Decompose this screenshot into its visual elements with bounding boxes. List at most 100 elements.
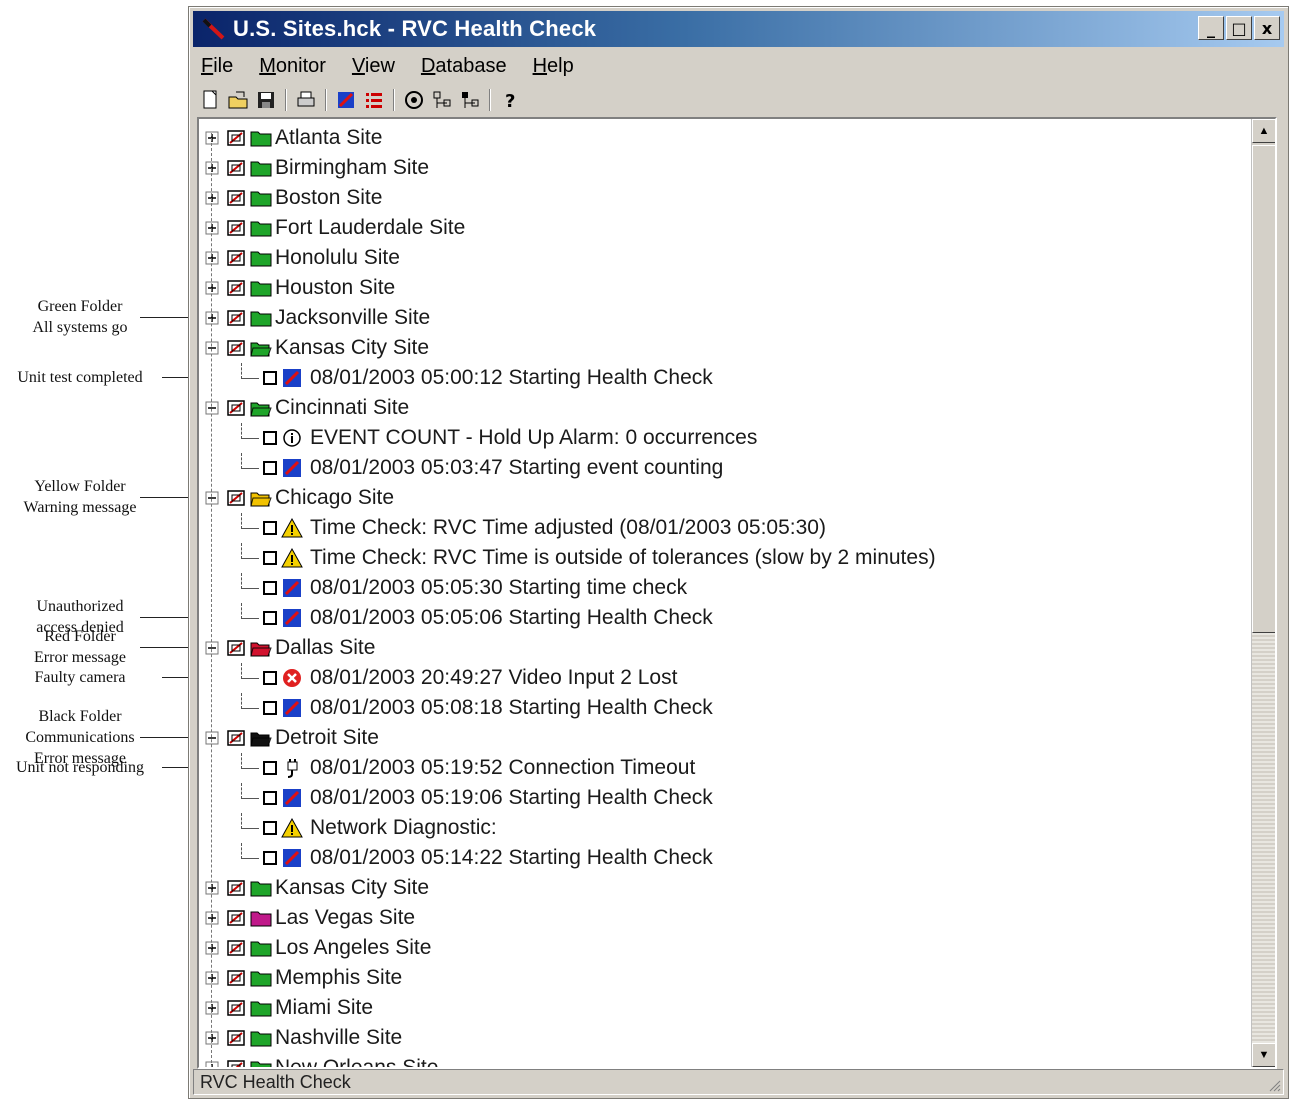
tree-site-row[interactable]: Chicago Site [203, 483, 394, 513]
title-bar[interactable]: U.S. Sites.hck - RVC Health Check _ □ x [193, 11, 1284, 47]
message-text: Network Diagnostic: [310, 816, 497, 839]
message-checkbox[interactable] [263, 701, 277, 715]
expand-toggle-icon[interactable] [203, 189, 221, 207]
health-check-button[interactable] [335, 89, 357, 111]
tree-message-row[interactable]: EVENT COUNT - Hold Up Alarm: 0 occurrenc… [203, 423, 757, 453]
open-icon [228, 91, 248, 109]
tree-message-row[interactable]: 08/01/2003 05:05:30 Starting time check [203, 573, 687, 603]
message-checkbox[interactable] [263, 761, 277, 775]
tree-site-row[interactable]: Miami Site [203, 993, 373, 1023]
collapse-toggle-icon[interactable] [203, 489, 221, 507]
unit-icon [225, 1028, 247, 1048]
annotation-label: Unit test completed [0, 367, 160, 388]
message-checkbox[interactable] [263, 821, 277, 835]
list-button[interactable] [363, 89, 385, 111]
tree-message-row[interactable]: 08/01/2003 05:05:06 Starting Health Chec… [203, 603, 713, 633]
expand-toggle-icon[interactable] [203, 1059, 221, 1067]
tree-site-row[interactable]: Atlanta Site [203, 123, 382, 153]
tree-message-row[interactable]: 08/01/2003 05:00:12 Starting Health Chec… [203, 363, 713, 393]
minimize-button[interactable]: _ [1198, 16, 1224, 40]
expand-toggle-icon[interactable] [203, 1029, 221, 1047]
message-checkbox[interactable] [263, 371, 277, 385]
collapse-toggle-icon[interactable] [203, 399, 221, 417]
vertical-scrollbar[interactable]: ▲ ▼ [1251, 119, 1275, 1067]
tree-site-row[interactable]: Detroit Site [203, 723, 379, 753]
options-button[interactable] [403, 89, 425, 111]
message-checkbox[interactable] [263, 551, 277, 565]
scrollbar-thumb[interactable] [1252, 145, 1275, 633]
expand-toggle-icon[interactable] [203, 879, 221, 897]
expand-toggle-icon[interactable] [203, 909, 221, 927]
scroll-up-arrow-icon[interactable]: ▲ [1252, 119, 1275, 143]
tree-site-row[interactable]: Birmingham Site [203, 153, 429, 183]
expand-toggle-icon[interactable] [203, 219, 221, 237]
tree-message-row[interactable]: Network Diagnostic: [203, 813, 497, 843]
menu-monitor[interactable]: Monitor [257, 55, 328, 78]
print-button[interactable] [295, 89, 317, 111]
tree-site-row[interactable]: Los Angeles Site [203, 933, 431, 963]
expand-toggle-icon[interactable] [203, 159, 221, 177]
expand-toggle-icon[interactable] [203, 279, 221, 297]
new-button[interactable] [199, 89, 221, 111]
message-checkbox[interactable] [263, 851, 277, 865]
message-checkbox[interactable] [263, 611, 277, 625]
resize-grip-icon[interactable] [1265, 1076, 1281, 1092]
unit-icon [225, 998, 247, 1018]
open-button[interactable] [227, 89, 249, 111]
save-button[interactable] [255, 89, 277, 111]
tree-site-row[interactable]: Jacksonville Site [203, 303, 430, 333]
annotation-line-text: Unit test completed [17, 368, 143, 386]
close-button[interactable]: x [1254, 16, 1280, 40]
collapse-toggle-icon[interactable] [203, 639, 221, 657]
warning-icon [281, 518, 303, 538]
expand-toggle-icon[interactable] [203, 129, 221, 147]
maximize-button[interactable]: □ [1226, 16, 1252, 40]
expand-toggle-icon[interactable] [203, 249, 221, 267]
message-checkbox[interactable] [263, 521, 277, 535]
tree-site-row[interactable]: Honolulu Site [203, 243, 400, 273]
tree-message-row[interactable]: 08/01/2003 05:08:18 Starting Health Chec… [203, 693, 713, 723]
collapse-toggle-icon[interactable] [203, 339, 221, 357]
expand-toggle-icon[interactable] [203, 309, 221, 327]
menu-view[interactable]: View [350, 55, 397, 78]
site-label: Kansas City Site [275, 336, 430, 359]
tree-site-row[interactable]: New Orleans Site [203, 1053, 438, 1067]
tree-site-row[interactable]: Memphis Site [203, 963, 402, 993]
site-tree[interactable]: Atlanta Site Birmingham Site Boston Site Fo… [199, 119, 1251, 1067]
expand-toggle-icon[interactable] [203, 999, 221, 1017]
tree-site-row[interactable]: Boston Site [203, 183, 382, 213]
expand-toggle-icon[interactable] [203, 969, 221, 987]
tree-message-row[interactable]: 08/01/2003 05:19:52 Connection Timeout [203, 753, 695, 783]
tree-site-row[interactable]: Nashville Site [203, 1023, 402, 1053]
message-checkbox[interactable] [263, 671, 277, 685]
folder-green-icon [250, 878, 272, 898]
expand-toggle-icon[interactable] [203, 939, 221, 957]
tree-message-row[interactable]: 08/01/2003 05:14:22 Starting Health Chec… [203, 843, 713, 873]
message-checkbox[interactable] [263, 461, 277, 475]
tree-site-row[interactable]: Kansas City Site [203, 333, 429, 363]
tree-expand-button[interactable] [431, 89, 453, 111]
tree-site-row[interactable]: Houston Site [203, 273, 395, 303]
tree-collapse-button[interactable] [459, 89, 481, 111]
tree-message-row[interactable]: Time Check: RVC Time adjusted (08/01/200… [203, 513, 826, 543]
tree-site-row[interactable]: Fort Lauderdale Site [203, 213, 465, 243]
message-checkbox[interactable] [263, 791, 277, 805]
menu-help[interactable]: Help [531, 55, 576, 78]
tree-message-row[interactable]: Time Check: RVC Time is outside of toler… [203, 543, 936, 573]
help-button[interactable]: ? [499, 89, 521, 111]
message-checkbox[interactable] [263, 581, 277, 595]
tree-message-row[interactable]: 08/01/2003 20:49:27 Video Input 2 Lost [203, 663, 677, 693]
message-checkbox[interactable] [263, 431, 277, 445]
tree-site-row[interactable]: Cincinnati Site [203, 393, 409, 423]
menu-file[interactable]: File [199, 55, 235, 78]
unit-icon [225, 1058, 247, 1067]
collapse-toggle-icon[interactable] [203, 729, 221, 747]
tree-site-row[interactable]: Dallas Site [203, 633, 375, 663]
tree-site-row[interactable]: Kansas City Site [203, 873, 429, 903]
tree-message-row[interactable]: 08/01/2003 05:19:06 Starting Health Chec… [203, 783, 713, 813]
tree-message-row[interactable]: 08/01/2003 05:03:47 Starting event count… [203, 453, 723, 483]
tree-site-row[interactable]: Las Vegas Site [203, 903, 415, 933]
menu-database[interactable]: Database [419, 55, 509, 78]
scroll-down-arrow-icon[interactable]: ▼ [1252, 1043, 1275, 1067]
plug-icon [281, 758, 303, 778]
